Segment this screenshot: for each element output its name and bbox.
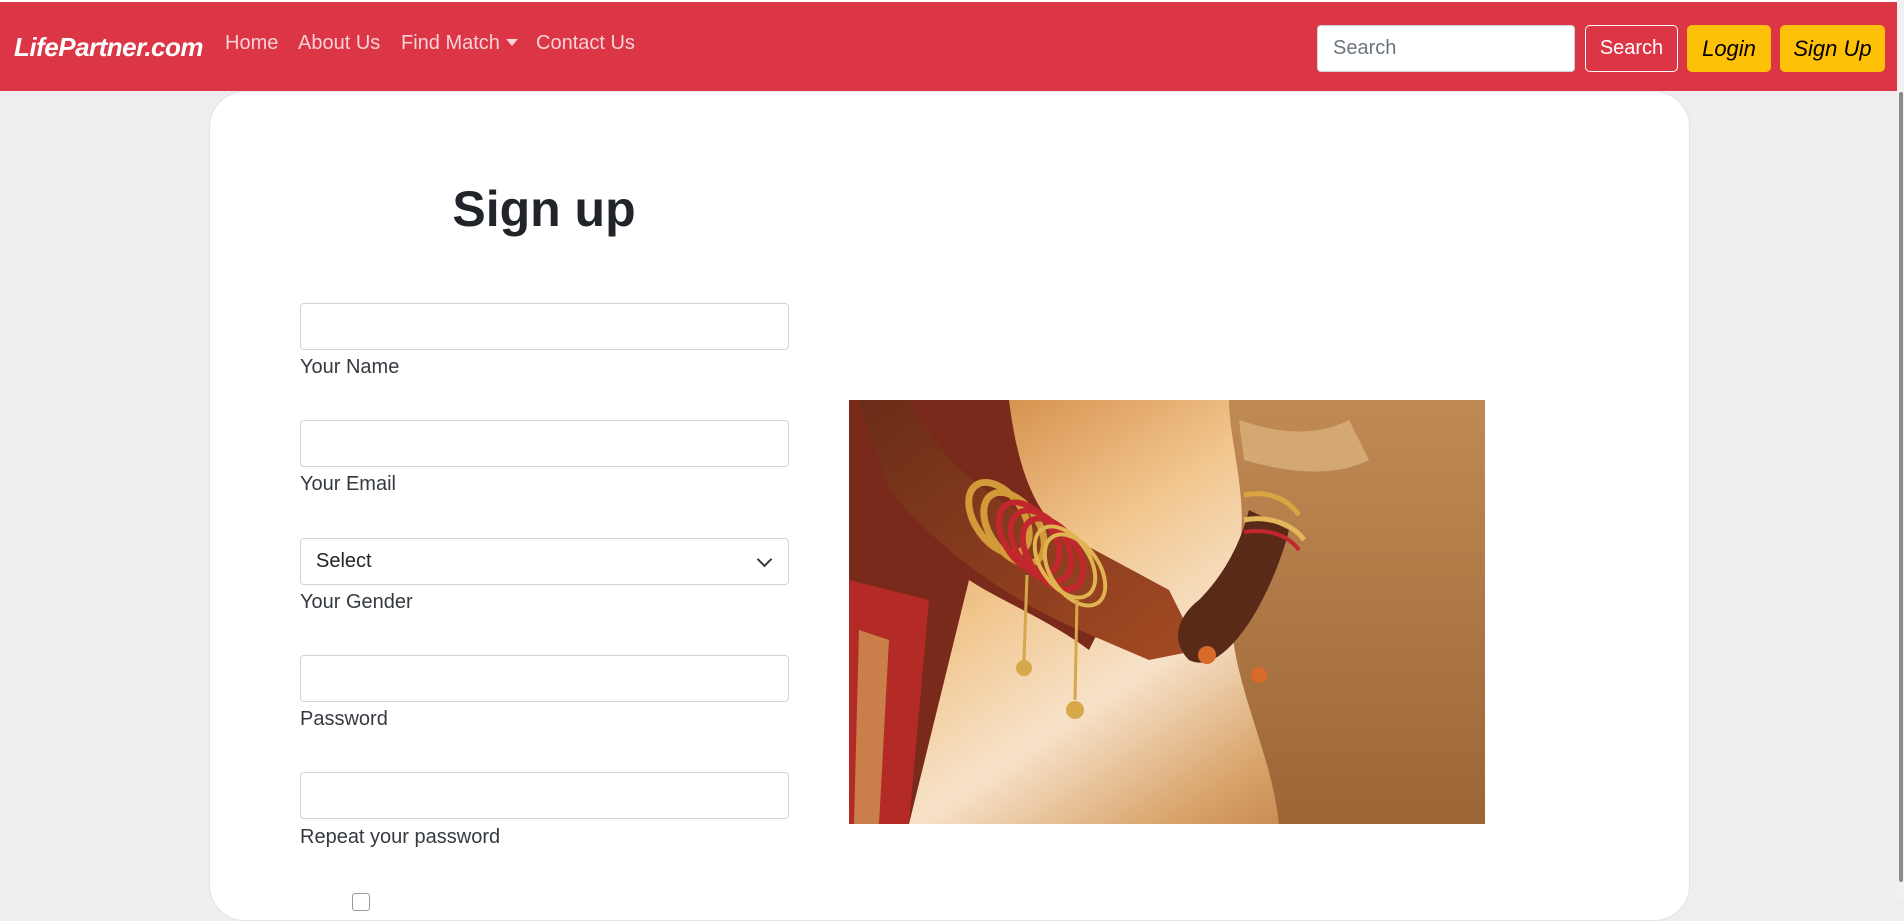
nav-find-match-label: Find Match [401, 32, 500, 54]
wedding-hands-photo [849, 400, 1485, 824]
nav-find-match-dropdown[interactable]: Find Match [401, 32, 518, 55]
password-label: Password [300, 708, 388, 730]
repeat-password-label: Repeat your password [300, 826, 501, 848]
gender-select-value: Select [316, 550, 372, 572]
email-label: Your Email [300, 473, 396, 495]
signup-button[interactable]: Sign Up [1780, 25, 1885, 72]
scrollbar-thumb[interactable] [1899, 92, 1903, 882]
brand-logo[interactable]: LifePartner.com [14, 32, 204, 63]
nav-about-us[interactable]: About Us [298, 32, 380, 55]
search-button[interactable]: Search [1585, 25, 1678, 72]
repeat-password-field[interactable] [300, 772, 789, 819]
terms-checkbox[interactable] [352, 893, 370, 911]
nav-contact-us[interactable]: Contact Us [536, 32, 635, 55]
navbar: LifePartner.com Home About Us Find Match… [0, 0, 1904, 91]
nav-home[interactable]: Home [225, 32, 278, 55]
search-input[interactable] [1317, 25, 1575, 72]
caret-down-icon [505, 39, 518, 46]
chevron-down-icon [756, 551, 773, 568]
password-field[interactable] [300, 655, 789, 702]
gender-select[interactable]: Select [300, 538, 789, 585]
page-title: Sign up [452, 181, 636, 237]
name-field[interactable] [300, 303, 789, 350]
email-field[interactable] [300, 420, 789, 467]
name-label: Your Name [300, 356, 400, 378]
login-button[interactable]: Login [1687, 25, 1771, 72]
gender-label: Your Gender [300, 591, 413, 613]
